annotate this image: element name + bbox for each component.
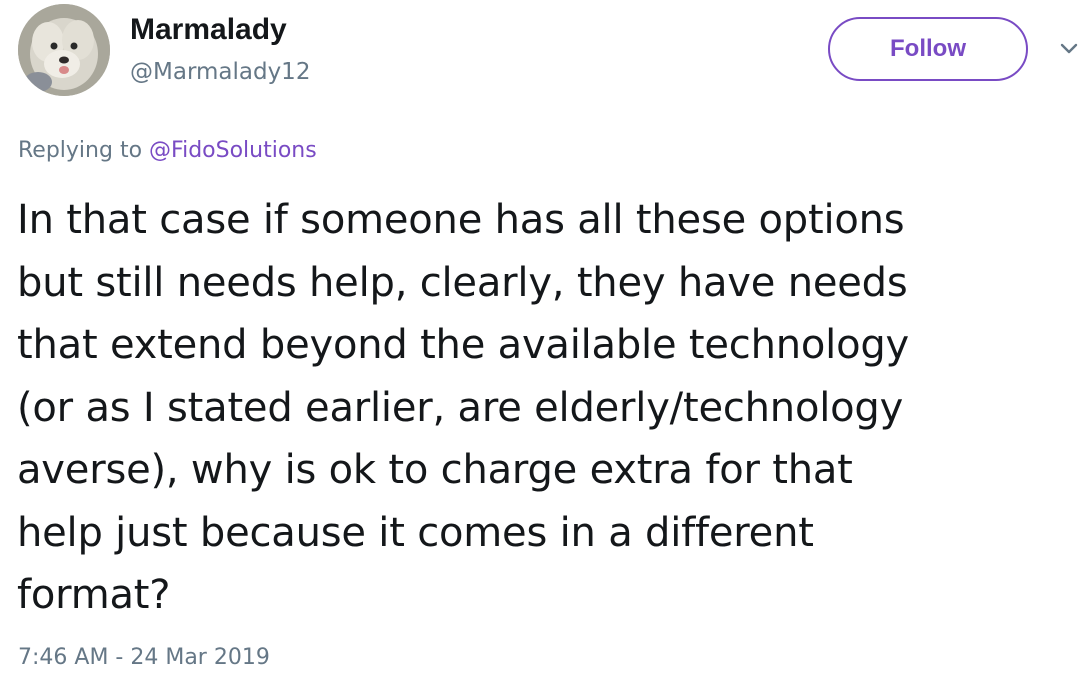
reply-context: Replying to @FidoSolutions [18, 136, 317, 166]
tweet-text: In that case if someone has all these op… [17, 189, 1075, 627]
reply-mention-link[interactable]: @FidoSolutions [149, 138, 317, 163]
tweet-text-line: In that case if someone has all these op… [17, 197, 905, 243]
chevron-down-icon[interactable] [1058, 38, 1080, 60]
display-name[interactable]: Marmalady [130, 12, 287, 48]
reply-context-prefix: Replying to [18, 138, 143, 163]
avatar[interactable] [18, 4, 110, 96]
follow-button[interactable]: Follow [828, 17, 1028, 81]
dog-photo-avatar-icon [18, 4, 110, 96]
tweet-text-line: format? [17, 572, 171, 618]
tweet-text-line: averse), why is ok to charge extra for t… [17, 447, 853, 493]
tweet-text-line: help just because it comes in a differen… [17, 509, 814, 556]
tweet-text-line: but still needs help, clearly, they have… [17, 259, 908, 306]
tweet-text-line: that extend beyond the available technol… [17, 322, 910, 368]
tweet-timestamp[interactable]: 7:46 AM - 24 Mar 2019 [18, 643, 270, 673]
user-handle[interactable]: @Marmalady12 [130, 58, 310, 86]
tweet-text-line: (or as I stated earlier, are elderly/tec… [17, 384, 904, 431]
tweet-card: Marmalady @Marmalady12 Follow Replying t… [0, 0, 1080, 681]
